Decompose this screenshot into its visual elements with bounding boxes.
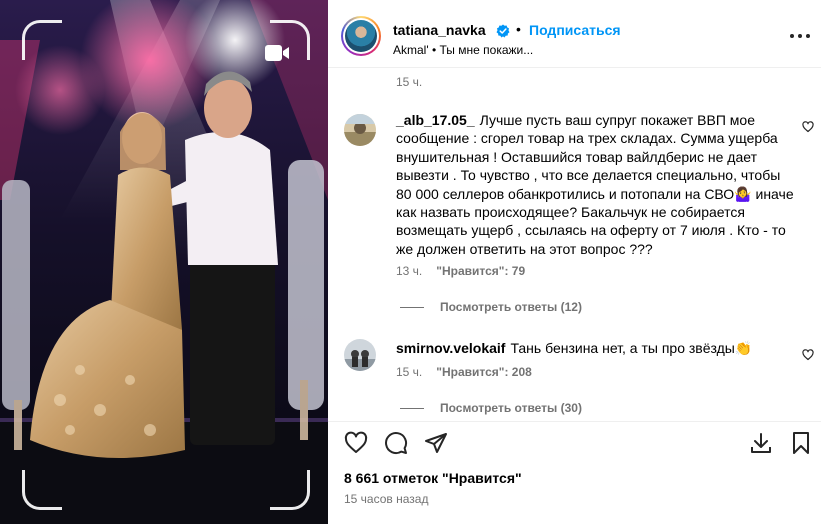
- comments-list[interactable]: 15 ч. _alb_17.05_ Лучше пусть ваш супруг …: [328, 69, 821, 421]
- frame-corner: [270, 470, 310, 510]
- instagram-post-view: tatiana_navka • Подписаться Akmal' • Ты …: [0, 0, 821, 524]
- save-bookmark-icon[interactable]: [789, 431, 813, 455]
- comment-meta: 15 ч. "Нравится": 208: [396, 365, 532, 379]
- likes-count[interactable]: 8 661 отметок "Нравится": [344, 470, 522, 486]
- comment-text: smirnov.velokaif Тань бензина нет, а ты п…: [396, 339, 794, 357]
- view-replies-button[interactable]: Посмотреть ответы (12): [400, 300, 582, 314]
- comment-body: Лучше пусть ваш супруг покажет ВВП мое с…: [396, 112, 794, 257]
- author-avatar[interactable]: [341, 16, 381, 56]
- comment-time: 15 ч.: [396, 365, 423, 379]
- view-replies-label: Посмотреть ответы (30): [440, 401, 582, 415]
- follow-button[interactable]: Подписаться: [529, 22, 621, 38]
- like-heart-icon[interactable]: [344, 431, 368, 455]
- like-comment-heart-icon[interactable]: [802, 349, 814, 361]
- comment-likes[interactable]: "Нравится": 208: [436, 365, 532, 379]
- frame-corner: [22, 470, 62, 510]
- post-actions-bar: 8 661 отметок "Нравится" 15 часов назад: [328, 421, 821, 524]
- comment-time: 13 ч.: [396, 264, 423, 278]
- frame-corner: [22, 20, 62, 60]
- post-timestamp: 15 часов назад: [344, 492, 429, 506]
- comment-likes[interactable]: "Нравится": 79: [436, 264, 525, 278]
- caption-timestamp: 15 ч.: [396, 75, 423, 89]
- audio-track-label[interactable]: Akmal' • Ты мне покажи...: [393, 43, 533, 57]
- reel-camera-icon: [265, 45, 289, 61]
- like-comment-heart-icon[interactable]: [802, 121, 814, 133]
- comment-author[interactable]: smirnov.velokaif: [396, 340, 505, 356]
- separator-dot: •: [516, 21, 521, 37]
- author-username[interactable]: tatiana_navka: [393, 22, 486, 38]
- post-media[interactable]: [0, 0, 328, 524]
- commenter-avatar[interactable]: [344, 339, 376, 371]
- reel-video-frame: [0, 0, 328, 524]
- comment-author[interactable]: _alb_17.05_: [396, 112, 475, 128]
- download-icon[interactable]: [749, 431, 773, 455]
- share-paper-plane-icon[interactable]: [424, 431, 448, 455]
- view-replies-label: Посмотреть ответы (12): [440, 300, 582, 314]
- commenter-avatar[interactable]: [344, 114, 376, 146]
- comment-meta: 13 ч. "Нравится": 79: [396, 264, 525, 278]
- verified-badge-icon: [496, 24, 510, 38]
- view-replies-button[interactable]: Посмотреть ответы (30): [400, 401, 582, 415]
- comment-text: _alb_17.05_ Лучше пусть ваш супруг покаже…: [396, 111, 794, 258]
- more-options-icon[interactable]: [790, 32, 810, 40]
- post-header: tatiana_navka • Подписаться Akmal' • Ты …: [328, 0, 821, 68]
- post-side-panel: tatiana_navka • Подписаться Akmal' • Ты …: [328, 0, 821, 524]
- comment-bubble-icon[interactable]: [384, 431, 408, 455]
- comment-body: Тань бензина нет, а ты про звёзды👏: [510, 340, 753, 356]
